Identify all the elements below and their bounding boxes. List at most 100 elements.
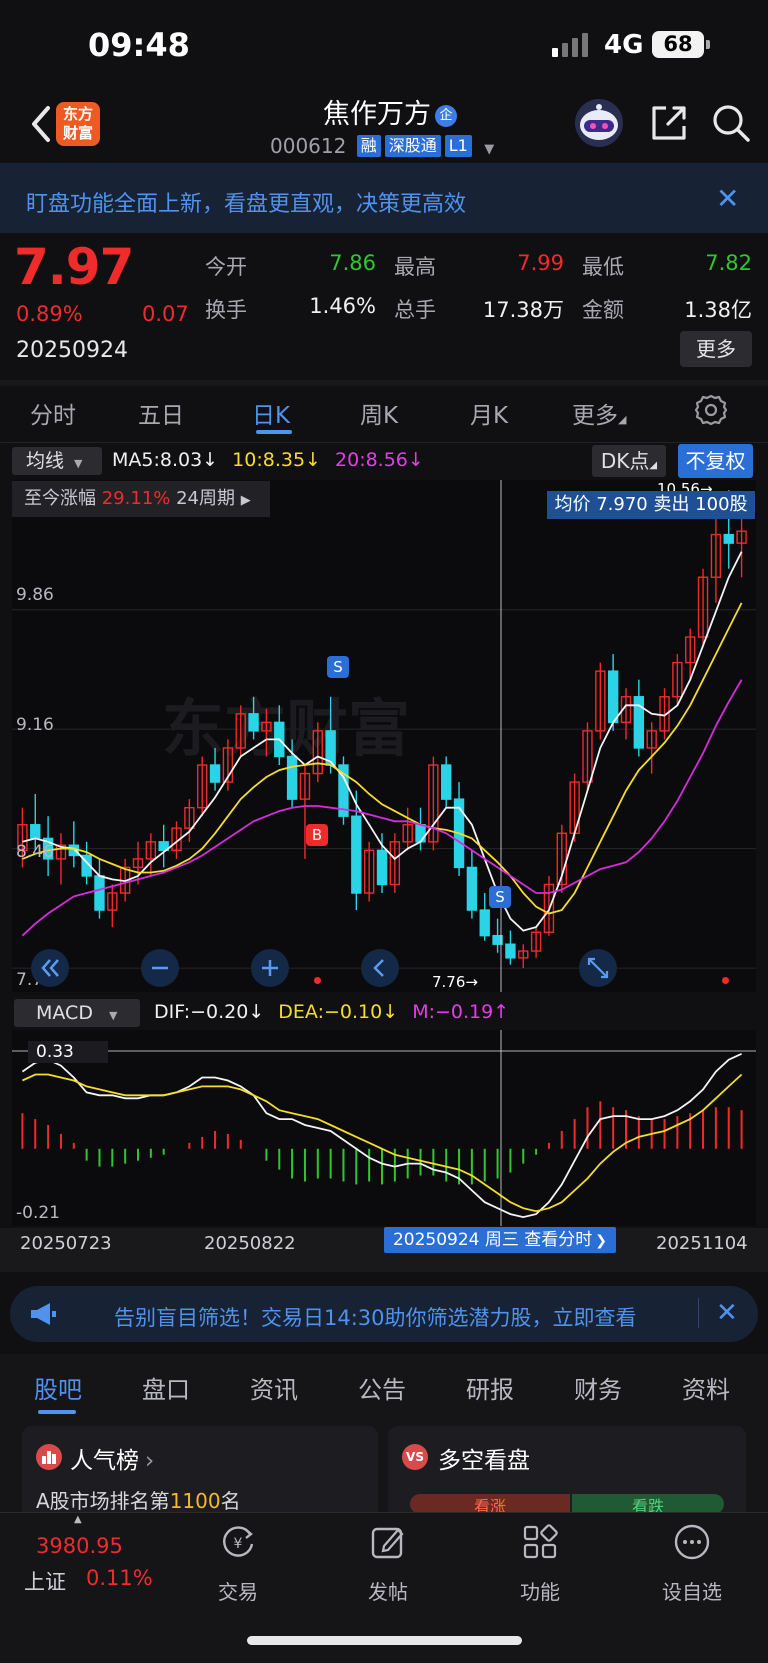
tab-five-day[interactable]: 五日: [138, 396, 184, 430]
tab-announcements[interactable]: 公告: [358, 1370, 406, 1405]
tab-intraday[interactable]: 分时: [30, 396, 76, 430]
indicator-selector[interactable]: 均线 ▼: [12, 447, 102, 475]
stock-title: 焦作万方企: [230, 92, 550, 131]
chevron-down-icon: ▼: [74, 457, 83, 470]
candle-body: [376, 849, 388, 886]
range-gain-box[interactable]: 至今涨幅 29.11% 24周期 ▶: [12, 481, 270, 517]
stock-code-row[interactable]: 000612 融深股通 L1 ▼: [270, 134, 494, 160]
tab-weekly-k[interactable]: 周K: [360, 396, 398, 430]
nav-post[interactable]: 发帖: [348, 1576, 428, 1605]
index-change[interactable]: 0.11%: [86, 1566, 153, 1590]
tab-profile[interactable]: 资料: [682, 1370, 730, 1405]
volume-value: 17.38万: [482, 298, 564, 322]
robot-avatar-icon[interactable]: [572, 98, 626, 148]
rank-prefix: A股市场排名第: [36, 1489, 170, 1513]
candle-body: [248, 713, 259, 732]
change-percent: 0.89%: [16, 302, 83, 326]
functions-icon[interactable]: [520, 1522, 560, 1562]
left-arrow-icon[interactable]: [360, 948, 400, 988]
range-period: 24周期: [176, 488, 236, 509]
high-value: 7.99: [517, 251, 564, 275]
buy-signal-marker[interactable]: B: [306, 824, 328, 846]
macd-y-top: 0.33: [28, 1041, 108, 1063]
tab-monthly-k[interactable]: 月K: [470, 396, 508, 430]
chevron-down-icon: ▼: [108, 1009, 118, 1022]
rank-suffix: 名: [220, 1489, 241, 1513]
versus-icon: VS: [402, 1444, 428, 1470]
tab-news[interactable]: 资讯: [250, 1370, 298, 1405]
more-dots-icon[interactable]: [672, 1522, 712, 1562]
status-bar: 09:48 4G 68: [0, 0, 768, 90]
index-name[interactable]: 上证: [24, 1566, 66, 1596]
zoom-out-icon[interactable]: [140, 948, 180, 988]
kline-chart[interactable]: 东方财富: [12, 480, 756, 992]
battery-icon: 68: [652, 31, 704, 58]
tab-research[interactable]: 研报: [466, 1370, 514, 1405]
candle-body: [286, 755, 298, 800]
tag-shenzhen-connect: 深股通: [384, 135, 441, 157]
candle-body: [209, 764, 221, 783]
close-icon[interactable]: ✕: [716, 1298, 738, 1328]
change-amount: 0.07: [142, 302, 189, 326]
sell-signal-marker[interactable]: S: [327, 656, 349, 678]
tab-guba[interactable]: 股吧: [34, 1370, 82, 1405]
stock-code: 000612: [270, 134, 347, 158]
low-price-marker: 7.76→: [432, 973, 478, 991]
popularity-title-text: 人气榜: [70, 1448, 139, 1474]
date-label: 20250723: [20, 1233, 112, 1254]
bull-button[interactable]: 看涨: [410, 1494, 570, 1514]
tab-daily-k[interactable]: 日K: [252, 396, 290, 430]
event-dot: [314, 977, 321, 984]
divider: [0, 380, 768, 386]
event-dot: [722, 977, 729, 984]
nav-trade[interactable]: 交易: [198, 1576, 278, 1605]
quote-date: 20250924: [16, 338, 128, 363]
ma-values: MA5:8.03↓ 10:8.35↓ 20:8.56↓: [112, 449, 424, 471]
dk-point-button[interactable]: DK点◢: [592, 445, 666, 477]
tab-finance[interactable]: 财务: [574, 1370, 622, 1405]
double-left-icon[interactable]: [30, 948, 70, 988]
nav-functions[interactable]: 功能: [500, 1576, 580, 1605]
tag-margin: 融: [356, 135, 381, 157]
signal-icon: [552, 33, 588, 57]
megaphone-icon: [31, 1303, 56, 1325]
sell-signal-marker[interactable]: S: [489, 886, 511, 908]
close-icon[interactable]: ✕: [716, 182, 739, 215]
candle-body: [505, 943, 516, 959]
low-value: 7.82: [705, 251, 752, 275]
selected-date-link[interactable]: 20250924 周三 查看分时 ❯: [384, 1227, 616, 1253]
watermark-logo: 东方财富: [162, 692, 410, 765]
feature-banner-text[interactable]: 盯盘功能全面上新，看盘更直观，决策更高效: [26, 186, 466, 218]
promo-banner-text[interactable]: 告别盲目筛选！交易日14:30助你筛选潜力股，立即查看: [114, 1302, 637, 1332]
low-label: 最低: [582, 255, 624, 279]
ranking-icon: [36, 1444, 62, 1470]
candle-body: [94, 875, 105, 911]
amount-label: 金额: [582, 298, 624, 322]
popularity-title[interactable]: 人气榜 ›: [70, 1441, 154, 1475]
nav-add-watchlist[interactable]: 设自选: [652, 1576, 732, 1605]
fullscreen-icon[interactable]: [578, 948, 618, 988]
high-label: 最高: [394, 255, 436, 279]
trade-icon[interactable]: ¥: [218, 1522, 258, 1562]
bear-button[interactable]: 看跌: [572, 1494, 724, 1514]
tab-more[interactable]: 更多◢: [572, 396, 626, 430]
macd-values: DIF:−0.20↓ DEA:−0.10↓ M:−0.19↑: [154, 1001, 509, 1023]
share-icon[interactable]: [648, 102, 690, 144]
chevron-right-icon: ❯: [595, 1233, 608, 1249]
chevron-right-icon: ›: [145, 1448, 155, 1474]
gear-icon[interactable]: [694, 393, 728, 427]
index-value[interactable]: 3980.95: [36, 1534, 123, 1558]
amount-value: 1.38亿: [684, 298, 752, 322]
macd-selector[interactable]: MACD ▼: [14, 999, 140, 1027]
more-quote-button[interactable]: 更多: [680, 331, 752, 367]
open-label: 今开: [205, 255, 247, 279]
tab-pankou[interactable]: 盘口: [142, 1370, 190, 1405]
macd-chart[interactable]: [12, 1030, 756, 1226]
search-icon[interactable]: [710, 102, 752, 144]
tab-more-label: 更多: [572, 403, 618, 429]
post-icon[interactable]: [368, 1522, 408, 1562]
adjust-button[interactable]: 不复权: [678, 444, 753, 478]
up-arrow-icon: ▲: [74, 1514, 82, 1525]
network-type: 4G: [604, 30, 644, 60]
zoom-in-icon[interactable]: [250, 948, 290, 988]
